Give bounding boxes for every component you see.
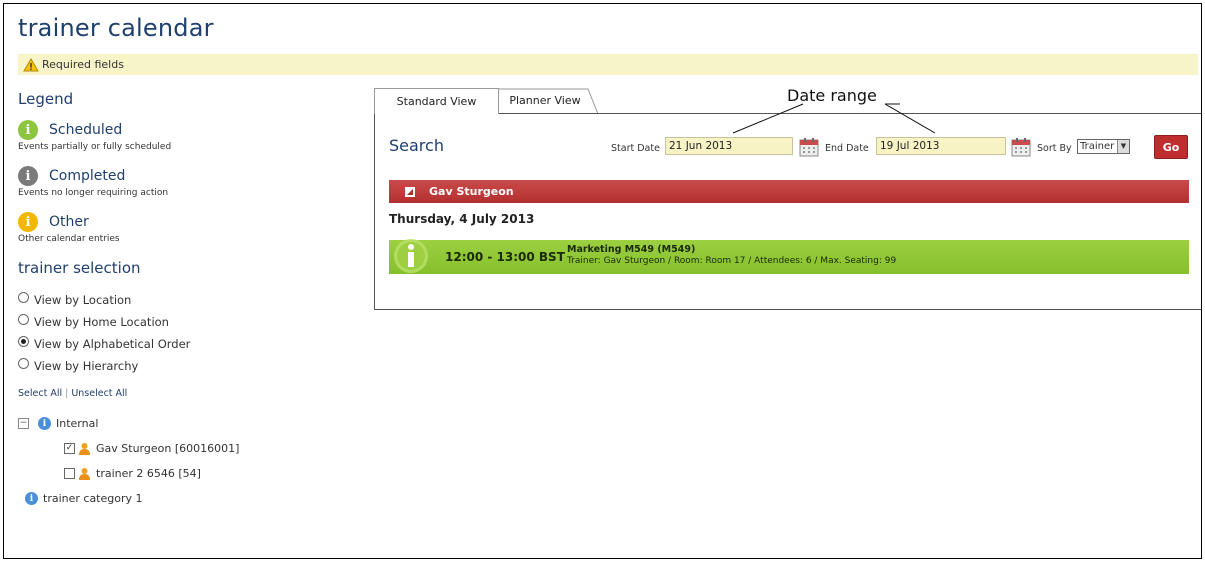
completed-info-icon: i — [18, 166, 38, 186]
tree-trainer-item: ✓ Gav Sturgeon [60016001] — [18, 436, 358, 461]
page-frame: trainer calendar Required fields Legend … — [3, 3, 1202, 559]
go-button[interactable]: Go — [1154, 135, 1188, 159]
legend-scheduled-desc: Events partially or fully scheduled — [18, 142, 172, 152]
sort-by-label: Sort By — [1037, 143, 1072, 154]
unselect-all-link[interactable]: Unselect All — [71, 388, 127, 399]
event-row[interactable]: 12:00 - 13:00 BST Marketing M549 (M549) … — [389, 239, 1189, 274]
standard-view-panel: Search Start Date 21 Jun 2013 End Date 1… — [374, 113, 1201, 310]
trainer-label[interactable]: Gav Sturgeon [60016001] — [96, 442, 239, 455]
calendar-icon[interactable] — [799, 137, 819, 157]
link-separator: | — [65, 388, 69, 399]
select-all-link[interactable]: Select All — [18, 388, 62, 399]
radio-button[interactable] — [18, 313, 29, 325]
legend-other: i Other Other calendar entries — [18, 212, 358, 244]
required-fields-bar: Required fields — [18, 54, 1198, 75]
tree-trainer-item: trainer 2 6546 [54] — [18, 461, 358, 486]
legend-completed-desc: Events no longer requiring action — [18, 188, 169, 198]
radio-view-alphabetical[interactable]: View by Alphabetical Order — [18, 333, 358, 355]
radio-label: View by Alphabetical Order — [34, 337, 191, 351]
tree-category: i trainer category 1 — [18, 486, 358, 511]
required-fields-text: Required fields — [42, 58, 124, 71]
legend-other-desc: Other calendar entries — [18, 234, 120, 244]
selection-links: Select All | Unselect All — [18, 388, 358, 399]
legend-completed: i Completed Events no longer requiring a… — [18, 166, 358, 198]
tab-planner-view[interactable]: Planner View — [490, 88, 600, 113]
radio-button[interactable] — [18, 357, 29, 369]
other-info-icon: i — [18, 212, 38, 232]
sort-by-value: Trainer — [1080, 141, 1115, 152]
warning-icon — [23, 57, 39, 71]
event-title[interactable]: Marketing M549 (M549) — [567, 244, 695, 255]
person-icon — [79, 468, 90, 480]
radio-button[interactable] — [18, 291, 29, 303]
trainer-label[interactable]: trainer 2 6546 [54] — [96, 467, 201, 480]
tree-group-label: Internal — [56, 417, 99, 430]
search-heading: Search — [389, 136, 444, 155]
radio-label: View by Home Location — [34, 315, 169, 329]
tree-group-internal: − i Internal — [18, 411, 358, 436]
legend-heading: Legend — [18, 90, 74, 108]
info-icon: i — [38, 417, 51, 430]
date-range-annotation: Date range — [787, 86, 877, 105]
trainer-group-label: Gav Sturgeon — [429, 185, 514, 198]
tab-standard-view[interactable]: Standard View — [374, 88, 499, 114]
person-icon — [79, 443, 90, 455]
legend-other-label: Other — [49, 214, 89, 230]
sidebar: Legend i Scheduled Events partially or f… — [18, 90, 358, 511]
trainer-group-bar[interactable]: ◢ Gav Sturgeon — [389, 180, 1189, 203]
info-icon: i — [25, 492, 38, 505]
radio-view-location[interactable]: View by Location — [18, 289, 358, 311]
scheduled-info-icon: i — [18, 120, 38, 140]
page-title: trainer calendar — [18, 14, 214, 42]
start-date-label: Start Date — [611, 143, 660, 154]
event-time: 12:00 - 13:00 BST — [445, 250, 565, 264]
start-date-input[interactable]: 21 Jun 2013 — [665, 137, 793, 155]
trainer-checkbox[interactable] — [64, 468, 75, 479]
event-details: Trainer: Gav Sturgeon / Room: Room 17 / … — [567, 256, 897, 266]
radio-view-hierarchy[interactable]: View by Hierarchy — [18, 355, 358, 377]
radio-button[interactable] — [18, 335, 29, 347]
category-label[interactable]: trainer category 1 — [43, 492, 143, 505]
radio-view-home-location[interactable]: View by Home Location — [18, 311, 358, 333]
event-info-icon — [394, 239, 428, 273]
end-date-input[interactable]: 19 Jul 2013 — [876, 137, 1006, 155]
dropdown-arrow-icon[interactable]: ▼ — [1117, 140, 1129, 153]
trainer-checkbox[interactable]: ✓ — [64, 443, 75, 454]
day-heading: Thursday, 4 July 2013 — [389, 212, 535, 226]
view-tabs: Standard View Planner View — [374, 88, 604, 115]
collapse-icon[interactable]: − — [18, 418, 29, 429]
sort-by-select[interactable]: Trainer ▼ — [1077, 139, 1130, 154]
view-options: View by Location View by Home Location V… — [18, 289, 358, 377]
radio-label: View by Hierarchy — [34, 359, 139, 373]
trainer-selection-heading: trainer selection — [18, 259, 141, 277]
legend-scheduled: i Scheduled Events partially or fully sc… — [18, 120, 358, 152]
collapse-arrow-icon[interactable]: ◢ — [405, 186, 415, 197]
calendar-icon[interactable] — [1011, 137, 1031, 157]
legend-scheduled-label: Scheduled — [49, 122, 123, 138]
trainer-tree: − i Internal ✓ Gav Sturgeon [60016001] t… — [18, 411, 358, 511]
legend-completed-label: Completed — [49, 168, 126, 184]
radio-label: View by Location — [34, 293, 132, 307]
end-date-label: End Date — [825, 143, 869, 154]
